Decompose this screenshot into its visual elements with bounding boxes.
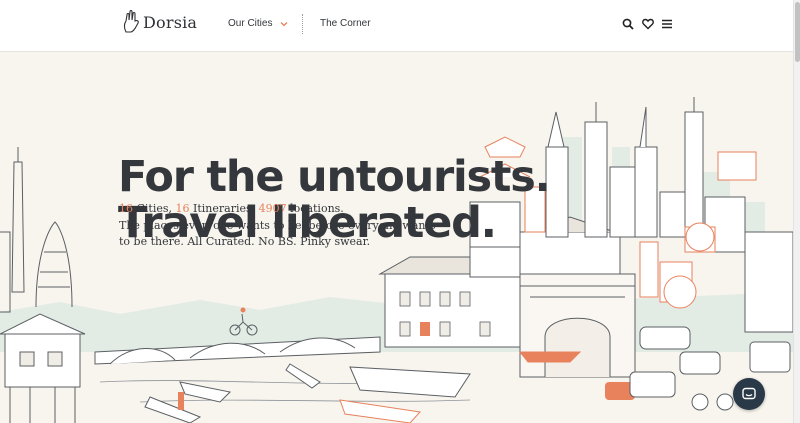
brand-name: Dorsia xyxy=(143,12,198,32)
heart-icon[interactable] xyxy=(642,18,654,30)
hand-logo-icon xyxy=(123,10,139,33)
locations-label: locations. xyxy=(286,202,344,215)
chevron-down-icon xyxy=(280,21,288,26)
our-cities-dropdown[interactable]: Our Cities xyxy=(228,18,288,29)
cities-label: Cities, xyxy=(133,202,176,215)
our-cities-label: Our Cities xyxy=(228,18,273,29)
itineraries-count: 16 xyxy=(175,202,190,215)
hero-tagline: The places everyone wants to be, before … xyxy=(119,218,436,249)
nav-divider xyxy=(302,14,303,34)
chat-icon xyxy=(742,387,756,400)
chat-button[interactable] xyxy=(733,378,765,410)
itineraries-label: Itineraries, xyxy=(189,202,259,215)
locations-count: 4907 xyxy=(258,202,287,215)
cities-count: 16 xyxy=(119,202,133,215)
page-scrollbar[interactable] xyxy=(793,0,800,423)
scrollbar-thumb[interactable] xyxy=(795,2,800,62)
brand-logo[interactable]: Dorsia xyxy=(122,10,197,34)
search-icon[interactable] xyxy=(622,18,634,30)
menu-icon[interactable] xyxy=(661,18,673,30)
stats-line: 16 Cities, 16 Itineraries, 4907 location… xyxy=(119,201,439,218)
hero-stats-text: 16 Cities, 16 Itineraries, 4907 location… xyxy=(119,201,439,251)
top-navigation-bar: Dorsia Our Cities The Corner xyxy=(0,0,793,52)
the-corner-link[interactable]: The Corner xyxy=(320,18,371,29)
headline-line-1: For the untourists. xyxy=(118,152,551,202)
